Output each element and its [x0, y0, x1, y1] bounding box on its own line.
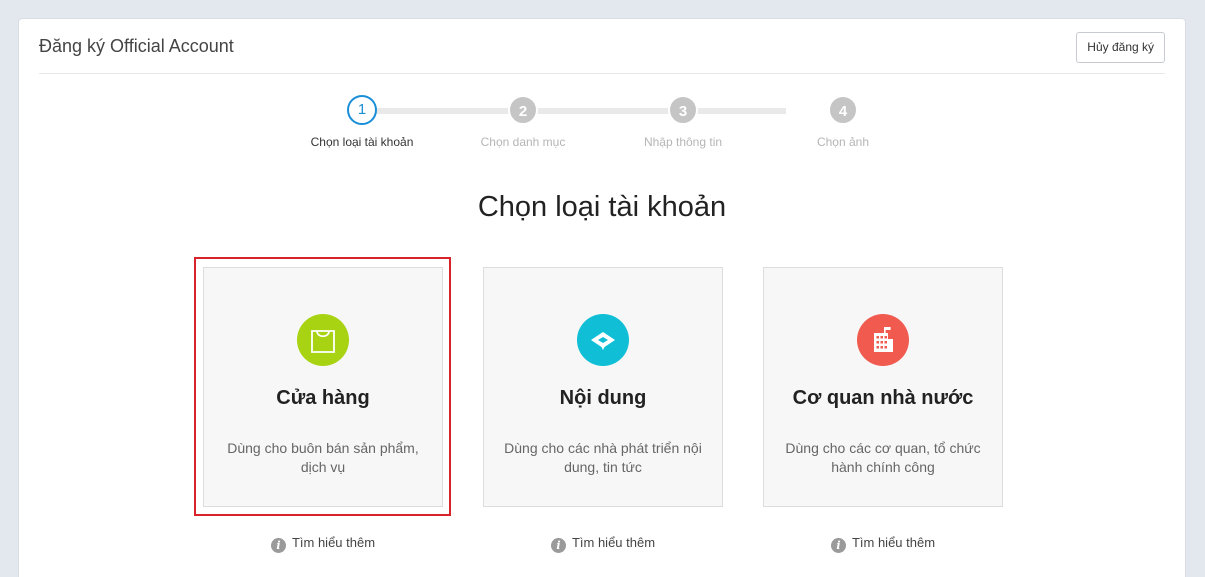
account-type-card-government[interactable]: Cơ quan nhà nước Dùng cho các cơ quan, t… [763, 267, 1003, 507]
step-label: Chọn loại tài khoản [310, 135, 414, 149]
step-number-circle: 1 [347, 95, 377, 125]
step-4: 4 Chọn ảnh [773, 95, 913, 149]
panel-header: Đăng ký Official Account Hủy đăng ký [39, 19, 1165, 74]
step-1: 1 Chọn loại tài khoản [292, 95, 432, 149]
card-title: Cơ quan nhà nước [792, 387, 974, 409]
learn-more-label: Tìm hiểu thêm [851, 535, 936, 550]
section-heading: Chọn loại tài khoản [477, 191, 727, 223]
card-description: Dùng cho các nhà phát triển nội dung, ti… [504, 440, 702, 475]
learn-more-label: Tìm hiểu thêm [571, 535, 656, 550]
building-icon [857, 314, 909, 366]
info-icon: i [550, 538, 566, 553]
account-type-card-shop[interactable]: Cửa hàng Dùng cho buôn bán sản phẩm, dịc… [203, 267, 443, 507]
step-label: Chọn ảnh [816, 135, 870, 149]
step-number-circle: 4 [828, 95, 858, 125]
learn-more-label: Tìm hiểu thêm [291, 535, 376, 550]
learn-more-link-content[interactable]: i Tìm hiểu thêm [483, 535, 723, 553]
step-number-circle: 3 [668, 95, 698, 125]
content-icon [577, 314, 629, 366]
page-title: Đăng ký Official Account [39, 36, 234, 56]
info-icon: i [830, 538, 846, 553]
card-title: Nội dung [559, 387, 647, 409]
card-description: Dùng cho các cơ quan, tổ chức hành chính… [785, 440, 981, 475]
registration-panel: Đăng ký Official Account Hủy đăng ký 1 C… [18, 18, 1186, 577]
cancel-registration-button[interactable]: Hủy đăng ký [1076, 32, 1165, 63]
card-description: Dùng cho buôn bán sản phẩm, dịch vụ [227, 440, 419, 475]
shopping-bag-icon [297, 314, 349, 366]
account-type-card-content[interactable]: Nội dung Dùng cho các nhà phát triển nội… [483, 267, 723, 507]
step-label: Nhập thông tin [643, 135, 723, 149]
step-label: Chọn danh mục [480, 135, 566, 149]
step-number-circle: 2 [508, 95, 538, 125]
learn-more-link-government[interactable]: i Tìm hiểu thêm [763, 535, 1003, 553]
learn-more-link-shop[interactable]: i Tìm hiểu thêm [203, 535, 443, 553]
step-3: 3 Nhập thông tin [613, 95, 753, 149]
progress-stepper: 1 Chọn loại tài khoản 2 Chọn danh mục 3 … [299, 95, 899, 165]
info-icon: i [270, 538, 286, 553]
step-2: 2 Chọn danh mục [453, 95, 593, 149]
card-title: Cửa hàng [276, 387, 370, 409]
